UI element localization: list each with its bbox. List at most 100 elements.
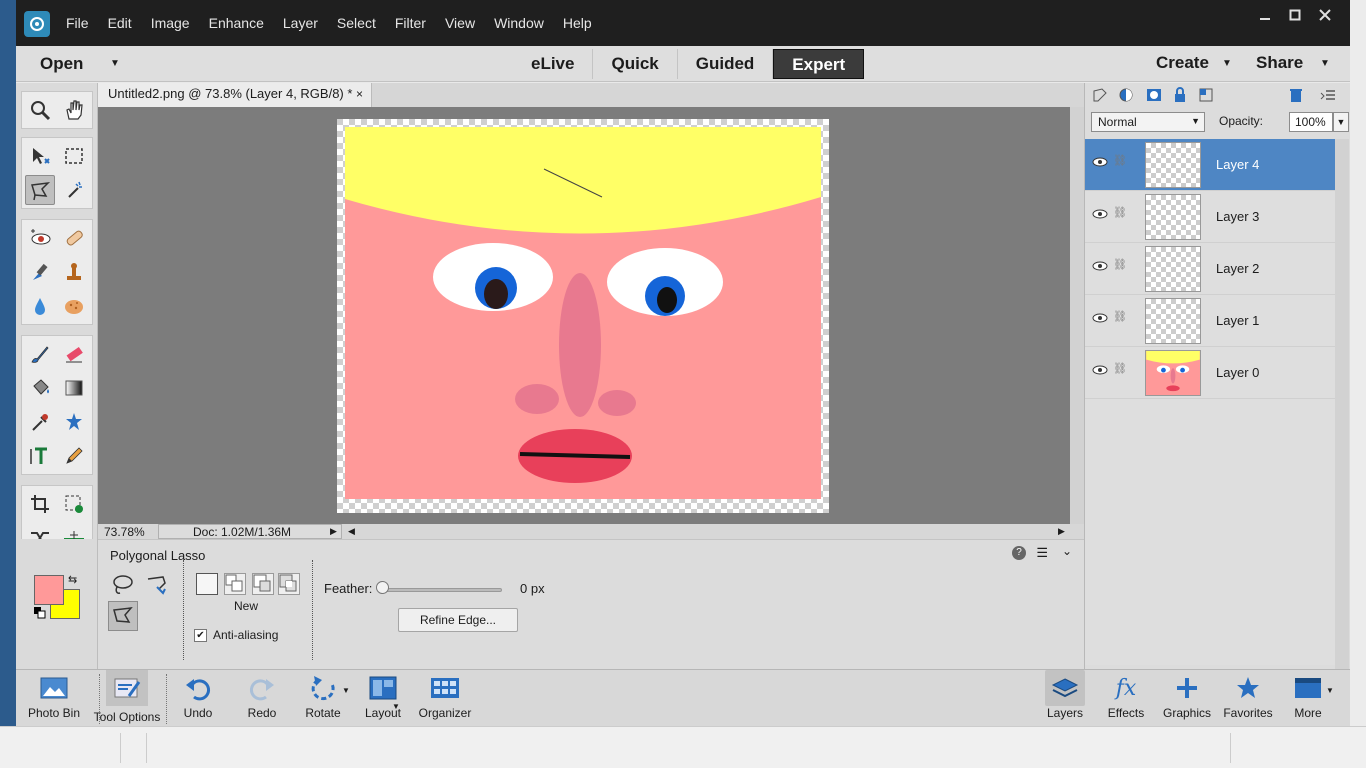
move-tool-icon[interactable]	[25, 141, 55, 171]
organizer-button[interactable]: Organizer	[414, 670, 476, 727]
tab-quick[interactable]: Quick	[593, 49, 678, 79]
more-dropdown-icon[interactable]: ▼	[1326, 686, 1334, 695]
layer-row[interactable]: ⛓ Layer 2	[1085, 243, 1335, 295]
menu-filter[interactable]: Filter	[395, 15, 426, 31]
layer-row[interactable]: ⛓ Layer 0	[1085, 347, 1335, 399]
delete-layer-icon[interactable]	[1287, 86, 1305, 104]
share-dropdown-icon[interactable]: ▼	[1320, 58, 1330, 69]
selection-add-icon[interactable]	[224, 573, 246, 595]
layers-vertical-scrollbar[interactable]	[1335, 139, 1349, 669]
custom-shape-icon[interactable]	[59, 407, 89, 437]
polygonal-lasso-option-icon[interactable]	[108, 601, 138, 631]
menu-select[interactable]: Select	[337, 15, 376, 31]
zoom-level[interactable]: 73.78%	[104, 525, 145, 539]
maximize-button[interactable]	[1280, 4, 1310, 26]
blend-mode-select[interactable]: Normal ▼	[1091, 112, 1205, 132]
layout-dropdown-icon[interactable]: ▼	[392, 702, 400, 711]
clone-stamp-icon[interactable]	[59, 257, 89, 287]
tab-elive[interactable]: eLive	[513, 49, 594, 79]
default-colors-icon[interactable]	[34, 607, 46, 619]
tab-expert[interactable]: Expert	[773, 49, 865, 79]
menu-file[interactable]: File	[66, 15, 89, 31]
minimize-button[interactable]	[1250, 4, 1280, 26]
menu-image[interactable]: Image	[151, 15, 190, 31]
visibility-eye-icon[interactable]	[1092, 312, 1108, 324]
lock-pixels-icon[interactable]	[1197, 86, 1215, 104]
layers-button[interactable]: Layers	[1045, 670, 1085, 727]
layers-panel-menu-icon[interactable]	[1319, 86, 1337, 104]
canvas-area[interactable]	[98, 107, 1070, 524]
layer-mask-icon[interactable]	[1145, 86, 1163, 104]
crop-tool-icon[interactable]	[25, 489, 55, 519]
lasso-tool-icon[interactable]	[108, 570, 138, 600]
canvas-vertical-scrollbar[interactable]	[1070, 107, 1084, 524]
help-icon[interactable]: ?	[1012, 546, 1026, 560]
foreground-color-swatch[interactable]	[34, 575, 64, 605]
menu-layer[interactable]: Layer	[283, 15, 318, 31]
layer-link-icon[interactable]: ⛓	[1113, 154, 1127, 167]
layer-link-icon[interactable]: ⛓	[1113, 362, 1127, 375]
paint-bucket-icon[interactable]	[25, 373, 55, 403]
magic-wand-icon[interactable]	[59, 175, 89, 205]
create-dropdown-icon[interactable]: ▼	[1222, 58, 1232, 69]
layout-button[interactable]: Layout	[362, 670, 404, 727]
zoom-tool-icon[interactable]	[25, 95, 55, 125]
selection-subtract-icon[interactable]	[252, 573, 274, 595]
layer-link-icon[interactable]: ⛓	[1113, 258, 1127, 271]
status-menu-icon[interactable]: ▶	[330, 526, 337, 537]
panel-menu-icon[interactable]: ☰	[1036, 545, 1048, 561]
close-document-icon[interactable]: ×	[356, 87, 363, 101]
swap-colors-icon[interactable]: ⇆	[68, 573, 77, 586]
spot-healing-icon[interactable]	[59, 223, 89, 253]
feather-slider[interactable]	[382, 588, 502, 592]
layer-link-icon[interactable]: ⛓	[1113, 206, 1127, 219]
adjustment-layer-icon[interactable]	[1117, 86, 1135, 104]
effects-button[interactable]: fx Effects	[1104, 670, 1148, 727]
favorites-button[interactable]: Favorites	[1222, 670, 1274, 727]
blend-mode-dropdown-icon[interactable]: ▼	[1191, 116, 1200, 126]
gradient-tool-icon[interactable]	[59, 373, 89, 403]
collapse-panel-icon[interactable]: ⌄	[1062, 544, 1072, 558]
red-eye-icon[interactable]	[25, 223, 55, 253]
layer-row[interactable]: ⛓ Layer 1	[1085, 295, 1335, 347]
lock-layer-icon[interactable]	[1171, 86, 1189, 104]
opacity-dropdown-icon[interactable]: ▼	[1333, 112, 1349, 132]
layer-row[interactable]: ⛓ Layer 4	[1085, 139, 1335, 191]
opacity-input[interactable]: 100%	[1289, 112, 1333, 132]
pencil-tool-icon[interactable]	[59, 441, 89, 471]
more-button[interactable]: More	[1290, 670, 1326, 727]
share-button[interactable]: Share	[1256, 53, 1303, 73]
open-dropdown-icon[interactable]: ▼	[110, 58, 120, 69]
brush-tool-icon[interactable]	[25, 339, 55, 369]
sponge-tool-icon[interactable]	[59, 291, 89, 321]
magnetic-lasso-icon[interactable]	[142, 570, 172, 600]
tab-guided[interactable]: Guided	[678, 49, 774, 79]
eraser-tool-icon[interactable]	[59, 339, 89, 369]
feather-slider-handle[interactable]	[376, 581, 389, 594]
anti-aliasing-option[interactable]: ✔ Anti-aliasing	[194, 628, 278, 642]
type-tool-icon[interactable]	[25, 441, 55, 471]
smart-brush-icon[interactable]	[25, 257, 55, 287]
refine-edge-button[interactable]: Refine Edge...	[398, 608, 518, 632]
menu-enhance[interactable]: Enhance	[209, 15, 264, 31]
visibility-eye-icon[interactable]	[1092, 156, 1108, 168]
rotate-button[interactable]: Rotate	[300, 670, 346, 727]
selection-new-icon[interactable]	[196, 573, 218, 595]
new-layer-icon[interactable]	[1091, 86, 1109, 104]
open-button[interactable]: Open	[40, 54, 83, 74]
photo-bin-button[interactable]: Photo Bin	[24, 670, 84, 727]
hand-tool-icon[interactable]	[59, 95, 89, 125]
close-window-button[interactable]	[1310, 4, 1340, 26]
blur-tool-icon[interactable]	[25, 291, 55, 321]
visibility-eye-icon[interactable]	[1092, 260, 1108, 272]
recompose-tool-icon[interactable]	[59, 489, 89, 519]
layer-link-icon[interactable]: ⛓	[1113, 310, 1127, 323]
menu-window[interactable]: Window	[494, 15, 544, 31]
menu-help[interactable]: Help	[563, 15, 592, 31]
menu-view[interactable]: View	[445, 15, 475, 31]
create-button[interactable]: Create	[1156, 53, 1209, 73]
scroll-left-icon[interactable]: ◀	[348, 526, 355, 537]
layer-row[interactable]: ⛓ Layer 3	[1085, 191, 1335, 243]
document-tab[interactable]: Untitled2.png @ 73.8% (Layer 4, RGB/8) *…	[98, 83, 372, 107]
graphics-button[interactable]: Graphics	[1160, 670, 1214, 727]
